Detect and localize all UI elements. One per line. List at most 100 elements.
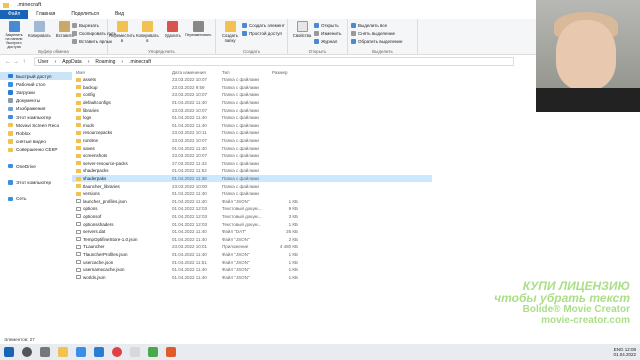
file-row[interactable]: TempOptifineStore-1.0.json 01.04.2022 11:… bbox=[72, 235, 432, 243]
file-row[interactable]: TLauncher 23.03.2022 10:01 Приложение 4 480… bbox=[72, 243, 432, 251]
file-type: Папка с файлами bbox=[222, 122, 259, 128]
nav-item[interactable]: Рабочий стол bbox=[0, 80, 72, 88]
breadcrumb[interactable]: AppData bbox=[62, 59, 81, 65]
column-size[interactable]: Размер bbox=[272, 70, 298, 75]
file-row[interactable]: usercache.json 01.04.2022 11:51 Файл "JSON… bbox=[72, 258, 432, 266]
file-row[interactable]: tlauncher_libraries 23.03.2022 10:00 Папка… bbox=[72, 182, 432, 190]
file-row[interactable]: screenshots 23.03.2022 10:07 Папка с файла… bbox=[72, 152, 432, 160]
back-icon[interactable]: ← bbox=[4, 59, 12, 65]
file-size: 1 КБ bbox=[288, 198, 298, 204]
file-date: 01.04.2022 11:51 bbox=[172, 259, 207, 265]
new-item-button[interactable]: Создать элемент bbox=[242, 21, 285, 29]
nav-item[interactable]: Сеть bbox=[0, 195, 72, 203]
task-view-icon[interactable] bbox=[40, 347, 50, 357]
file-row[interactable]: optionsof 01.04.2022 12:03 Текстовый докум… bbox=[72, 213, 432, 221]
file-name: shaderpaks bbox=[83, 176, 107, 182]
nav-item[interactable]: OneDrive bbox=[0, 162, 72, 170]
tab-file[interactable]: Файл bbox=[0, 10, 29, 19]
tab-view[interactable]: Вид bbox=[107, 10, 132, 19]
column-type[interactable]: Тип bbox=[222, 70, 272, 75]
properties-button[interactable]: Свойства bbox=[291, 21, 313, 38]
nav-item[interactable]: Совершенно СЕКР bbox=[0, 146, 72, 154]
tab-share[interactable]: Поделиться bbox=[63, 10, 107, 19]
invert-selection-button[interactable]: Обратить выделение bbox=[351, 37, 414, 45]
folder-icon bbox=[76, 161, 81, 166]
folder-icon bbox=[76, 100, 81, 105]
tab-home[interactable]: Главная bbox=[28, 10, 63, 19]
nav-item[interactable]: Roblox bbox=[0, 129, 72, 137]
nav-item[interactable]: Этот компьютер bbox=[0, 178, 72, 186]
clock-date[interactable]: 01.04.2022 bbox=[613, 352, 636, 357]
breadcrumb[interactable]: User bbox=[38, 59, 49, 65]
file-row[interactable]: versions 01.04.2022 11:40 Папка с файлами bbox=[72, 190, 432, 198]
copy-button[interactable]: Копировать bbox=[28, 21, 51, 38]
file-row[interactable]: server-resource-packs 27.03.2022 11:43 Пап… bbox=[72, 160, 432, 168]
nav-item[interactable]: Загрузки bbox=[0, 88, 72, 96]
file-row[interactable]: mods 01.04.2022 11:40 Папка с файлами bbox=[72, 122, 432, 130]
up-icon[interactable]: ↑ bbox=[20, 59, 28, 65]
file-row[interactable]: config 23.03.2022 10:07 Папка с файлами bbox=[72, 91, 432, 99]
file-row[interactable]: shaderpaks 01.04.2022 11:38 Папка с файлам… bbox=[72, 174, 432, 183]
nav-item[interactable]: Быстрый доступ bbox=[0, 72, 72, 81]
pin-button[interactable]: Закрепить на панели быстрого доступа bbox=[3, 21, 25, 49]
history-button[interactable]: Журнал bbox=[314, 37, 341, 45]
language-indicator[interactable]: ENG bbox=[614, 347, 624, 352]
file-row[interactable]: defaultconfigs 01.04.2022 11:40 Папка с фа… bbox=[72, 99, 432, 107]
file-name: usercache.json bbox=[83, 259, 114, 265]
move-to-button[interactable]: Переместить в bbox=[109, 21, 135, 43]
yandex-icon[interactable] bbox=[130, 347, 140, 357]
delete-button[interactable]: Удалить bbox=[162, 21, 184, 38]
copy-to-button[interactable]: Копировать в bbox=[136, 21, 159, 43]
file-row[interactable]: libraries 23.03.2022 10:07 Папка с файлами bbox=[72, 106, 432, 114]
file-row[interactable]: resourcepacks 23.03.2022 10:11 Папка с фай… bbox=[72, 129, 432, 137]
select-none-button[interactable]: Снять выделение bbox=[351, 29, 414, 37]
file-row[interactable]: TlauncherProfiles.json 01.04.2022 11:40 Фа… bbox=[72, 251, 432, 259]
file-row[interactable]: runtime 23.03.2022 10:07 Папка с файлами bbox=[72, 137, 432, 145]
open-button[interactable]: Открыть bbox=[314, 21, 341, 29]
media-icon[interactable] bbox=[148, 347, 158, 357]
file-row[interactable]: worlds.json 01.04.2022 11:40 Файл "JSON" 1 … bbox=[72, 273, 432, 281]
browser-icon[interactable] bbox=[112, 347, 122, 357]
file-icon bbox=[76, 252, 81, 257]
file-row[interactable]: logs 01.04.2022 11:40 Папка с файлами bbox=[72, 114, 432, 122]
file-row[interactable]: shaderpacks 01.04.2022 11:52 Папка с файла… bbox=[72, 167, 432, 175]
store-icon[interactable] bbox=[76, 347, 86, 357]
file-row[interactable]: servers.dat 01.04.2022 11:40 Файл "DAT" 26 … bbox=[72, 228, 432, 236]
file-row[interactable]: launcher_profiles.json 01.04.2022 11:40 Фа… bbox=[72, 198, 432, 206]
nav-item[interactable]: Movavi Screen Reco bbox=[0, 121, 72, 129]
forward-icon[interactable]: → bbox=[12, 59, 20, 65]
file-row[interactable]: backup 23.03.2022 9:59 Папка с файлами bbox=[72, 84, 432, 92]
file-date: 01.04.2022 11:40 bbox=[172, 251, 207, 257]
recorder-icon[interactable] bbox=[166, 347, 176, 357]
breadcrumb[interactable]: .minecraft bbox=[129, 59, 151, 65]
mail-icon[interactable] bbox=[94, 347, 104, 357]
nav-item-icon bbox=[8, 163, 13, 169]
easy-access-button[interactable]: Простой доступ bbox=[242, 29, 285, 37]
file-row[interactable]: optionsshaders 01.04.2022 12:03 Текстовый … bbox=[72, 220, 432, 228]
search-icon[interactable] bbox=[22, 347, 32, 357]
breadcrumb[interactable]: Roaming bbox=[95, 59, 115, 65]
file-row[interactable]: assets 23.03.2022 10:07 Папка с файлами bbox=[72, 76, 432, 84]
nav-item[interactable]: Документы bbox=[0, 97, 72, 105]
file-row[interactable]: saves 01.04.2022 11:40 Папка с файлами bbox=[72, 144, 432, 152]
nav-item[interactable]: Изображения bbox=[0, 105, 72, 113]
nav-item-icon bbox=[8, 156, 13, 161]
column-date[interactable]: Дата изменения bbox=[172, 70, 222, 75]
nav-item[interactable]: Этот компьютер bbox=[0, 113, 72, 121]
nav-item[interactable]: снятые видео bbox=[0, 138, 72, 146]
select-all-button[interactable]: Выделить все bbox=[351, 21, 414, 29]
nav-item-label: снятые видео bbox=[16, 139, 46, 145]
rename-button[interactable]: Переименовать bbox=[185, 21, 211, 37]
file-row[interactable]: options 01.04.2022 12:03 Текстовый докум..… bbox=[72, 205, 432, 213]
column-name[interactable]: Имя bbox=[76, 70, 172, 75]
file-name: mods bbox=[83, 122, 95, 128]
new-folder-button[interactable]: Создать папку bbox=[219, 21, 241, 43]
explorer-icon[interactable] bbox=[58, 347, 68, 357]
start-icon[interactable] bbox=[4, 347, 14, 357]
select-all-icon bbox=[351, 22, 356, 28]
edit-button[interactable]: Изменить bbox=[314, 29, 341, 37]
file-row[interactable]: usernamecache.json 01.04.2022 11:40 Файл "… bbox=[72, 266, 432, 274]
file-date: 23.03.2022 10:00 bbox=[172, 183, 208, 189]
clock-time[interactable]: 12:08 bbox=[625, 347, 636, 352]
address-bar[interactable]: User › AppData › Roaming › .minecraft bbox=[34, 57, 514, 66]
